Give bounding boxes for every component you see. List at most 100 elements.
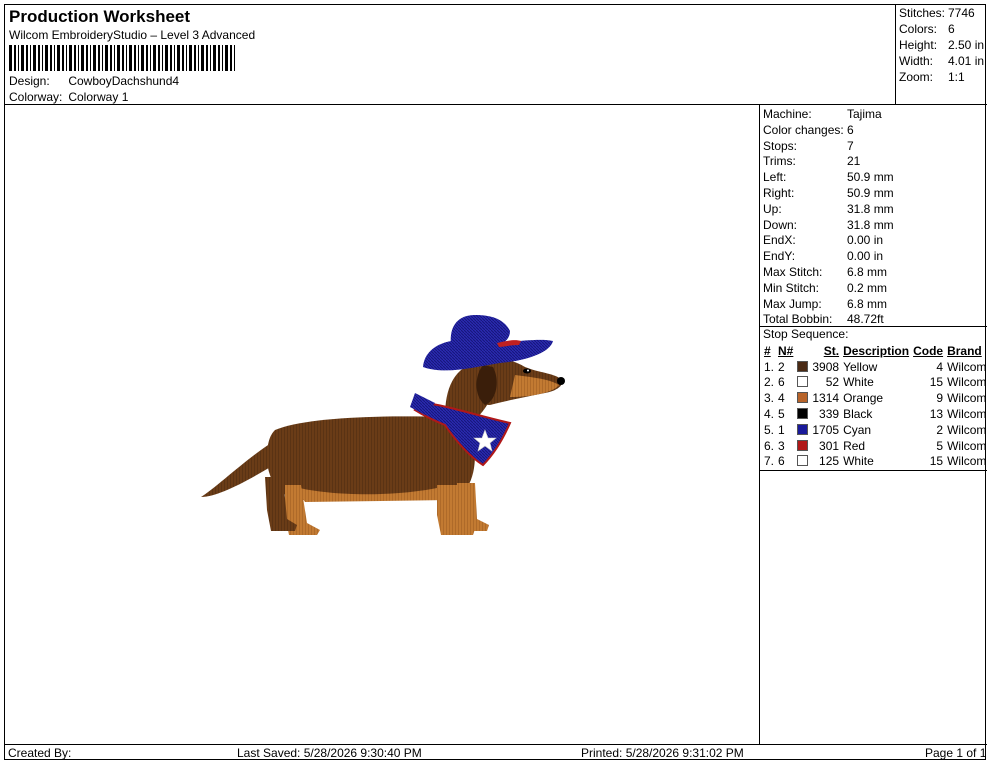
design-name: CowboyDachshund4: [68, 74, 180, 88]
machine-label: Left:: [763, 170, 787, 185]
thread-brand: Wilcom: [947, 422, 987, 437]
stop-sequence-table: # N# St. Description Code Brand 1. 2 3908 Y…: [762, 343, 988, 469]
table-row: 3. 4 1314 Orange 9 Wilcom: [762, 390, 988, 406]
machine-label: Max Jump:: [763, 296, 822, 311]
table-row: 7. 6 125 White 15 Wilcom: [762, 454, 988, 470]
stitch-count: 52: [825, 375, 840, 390]
stitch-count: 125: [819, 454, 840, 469]
machine-row: EndY: 0.00 in: [763, 249, 883, 263]
table-row: 5. 1 1705 Cyan 2 Wilcom: [762, 422, 988, 438]
thread-color-swatch: [797, 392, 809, 404]
design-row: Design: CowboyDachshund4: [9, 74, 179, 88]
needle-number: 2: [778, 359, 785, 374]
machine-row: Stops: 7: [763, 139, 854, 153]
machine-value: 50.9 mm: [847, 186, 894, 200]
software-name: Wilcom EmbroideryStudio – Level 3 Advanc…: [9, 28, 256, 42]
barcode: [9, 45, 235, 71]
thread-code: 2: [936, 422, 944, 437]
thread-code: 4: [936, 359, 944, 374]
col-stitches: St.: [823, 343, 840, 358]
colors-label: Colors:: [899, 22, 938, 36]
machine-value: 7: [847, 138, 854, 153]
thread-code: 15: [929, 375, 944, 390]
machine-row: Trims: 21: [763, 154, 860, 168]
page-number: Page 1 of 1: [925, 746, 987, 760]
thread-code: 5: [936, 438, 944, 453]
stitch-count: 3908: [812, 359, 840, 374]
needle-number: 5: [778, 407, 785, 422]
machine-value: 31.8 mm: [847, 217, 894, 232]
zoom-value: 1:1: [948, 70, 965, 84]
row-number: 1.: [764, 359, 775, 374]
col-needle: N#: [778, 343, 794, 358]
colors-value: 6: [948, 22, 955, 36]
thread-description: Red: [843, 438, 866, 453]
machine-value: 21: [847, 154, 861, 169]
machine-label: Min Stitch:: [763, 280, 820, 295]
col-description: Description: [843, 343, 910, 358]
machine-row: Machine: Tajima: [763, 107, 882, 121]
machine-value: 6: [847, 122, 854, 137]
machine-value: 0.00 in: [847, 233, 884, 248]
zoom-label: Zoom:: [899, 70, 934, 84]
color-swatch: [795, 422, 810, 438]
machine-label: Trims:: [763, 154, 796, 169]
machine-row: Max Stitch: 6.8 mm: [763, 265, 887, 279]
thread-code: 15: [929, 454, 944, 469]
machine-label: Up:: [763, 201, 782, 216]
machine-row: Total Bobbin: 48.72ft: [763, 312, 884, 326]
table-row: 2. 6 52 White 15 Wilcom: [762, 375, 988, 391]
machine-value: 31.8 mm: [847, 201, 894, 216]
thread-description: White: [843, 375, 874, 390]
thread-description: Black: [843, 407, 873, 422]
table-header-row: # N# St. Description Code Brand: [762, 343, 988, 359]
thread-brand: Wilcom: [947, 391, 987, 406]
machine-label: EndY:: [763, 249, 796, 264]
thread-code: 13: [929, 407, 944, 422]
machine-value: 50.9 mm: [847, 170, 894, 185]
needle-number: 6: [778, 375, 785, 390]
stitch-count: 1705: [812, 422, 840, 437]
thread-color-swatch: [797, 455, 809, 467]
machine-value: 6.8 mm: [847, 265, 888, 279]
created-by: Created By:: [8, 746, 72, 760]
machine-label: Machine:: [763, 107, 812, 121]
thread-brand: Wilcom: [947, 454, 987, 469]
thread-description: Cyan: [843, 422, 872, 437]
machine-row: Down: 31.8 mm: [763, 218, 894, 232]
machine-row: Right: 50.9 mm: [763, 186, 894, 200]
row-number: 5.: [764, 422, 775, 437]
machine-label: Down:: [763, 217, 798, 232]
colorway-label: Colorway:: [9, 90, 63, 104]
machine-row: Max Jump: 6.8 mm: [763, 297, 887, 311]
color-swatch: [795, 375, 810, 391]
table-row: 6. 3 301 Red 5 Wilcom: [762, 438, 988, 454]
thread-code: 9: [936, 391, 944, 406]
table-row: 1. 2 3908 Yellow 4 Wilcom: [762, 359, 988, 375]
worksheet-header: Production Worksheet Wilcom EmbroiderySt…: [5, 5, 895, 105]
machine-row: EndX: 0.00 in: [763, 233, 883, 247]
machine-value: Tajima: [847, 107, 882, 121]
row-number: 6.: [764, 438, 775, 453]
printed-date: Printed: 5/28/2026 9:31:02 PM: [581, 746, 744, 760]
thread-description: Orange: [843, 391, 884, 406]
machine-label: Total Bobbin:: [763, 312, 833, 327]
machine-value: 0.00 in: [847, 249, 884, 264]
thread-brand: Wilcom: [947, 438, 987, 453]
stitch-count: 301: [819, 438, 840, 453]
thread-color-swatch: [797, 439, 809, 451]
needle-number: 4: [778, 391, 785, 406]
width-value: 4.01 in: [948, 54, 985, 68]
design-label: Design:: [9, 74, 50, 88]
col-number: #: [764, 343, 771, 358]
height-value: 2.50 in: [948, 38, 985, 52]
height-label: Height:: [899, 38, 938, 52]
colorway-name: Colorway 1: [68, 90, 129, 104]
color-swatch: [795, 454, 810, 470]
thread-brand: Wilcom: [947, 375, 987, 390]
design-preview: [5, 105, 760, 744]
row-number: 2.: [764, 375, 775, 390]
stitches-value: 7746: [948, 6, 975, 20]
stitches-label: Stitches:: [899, 6, 946, 20]
thread-color-swatch: [797, 408, 809, 420]
